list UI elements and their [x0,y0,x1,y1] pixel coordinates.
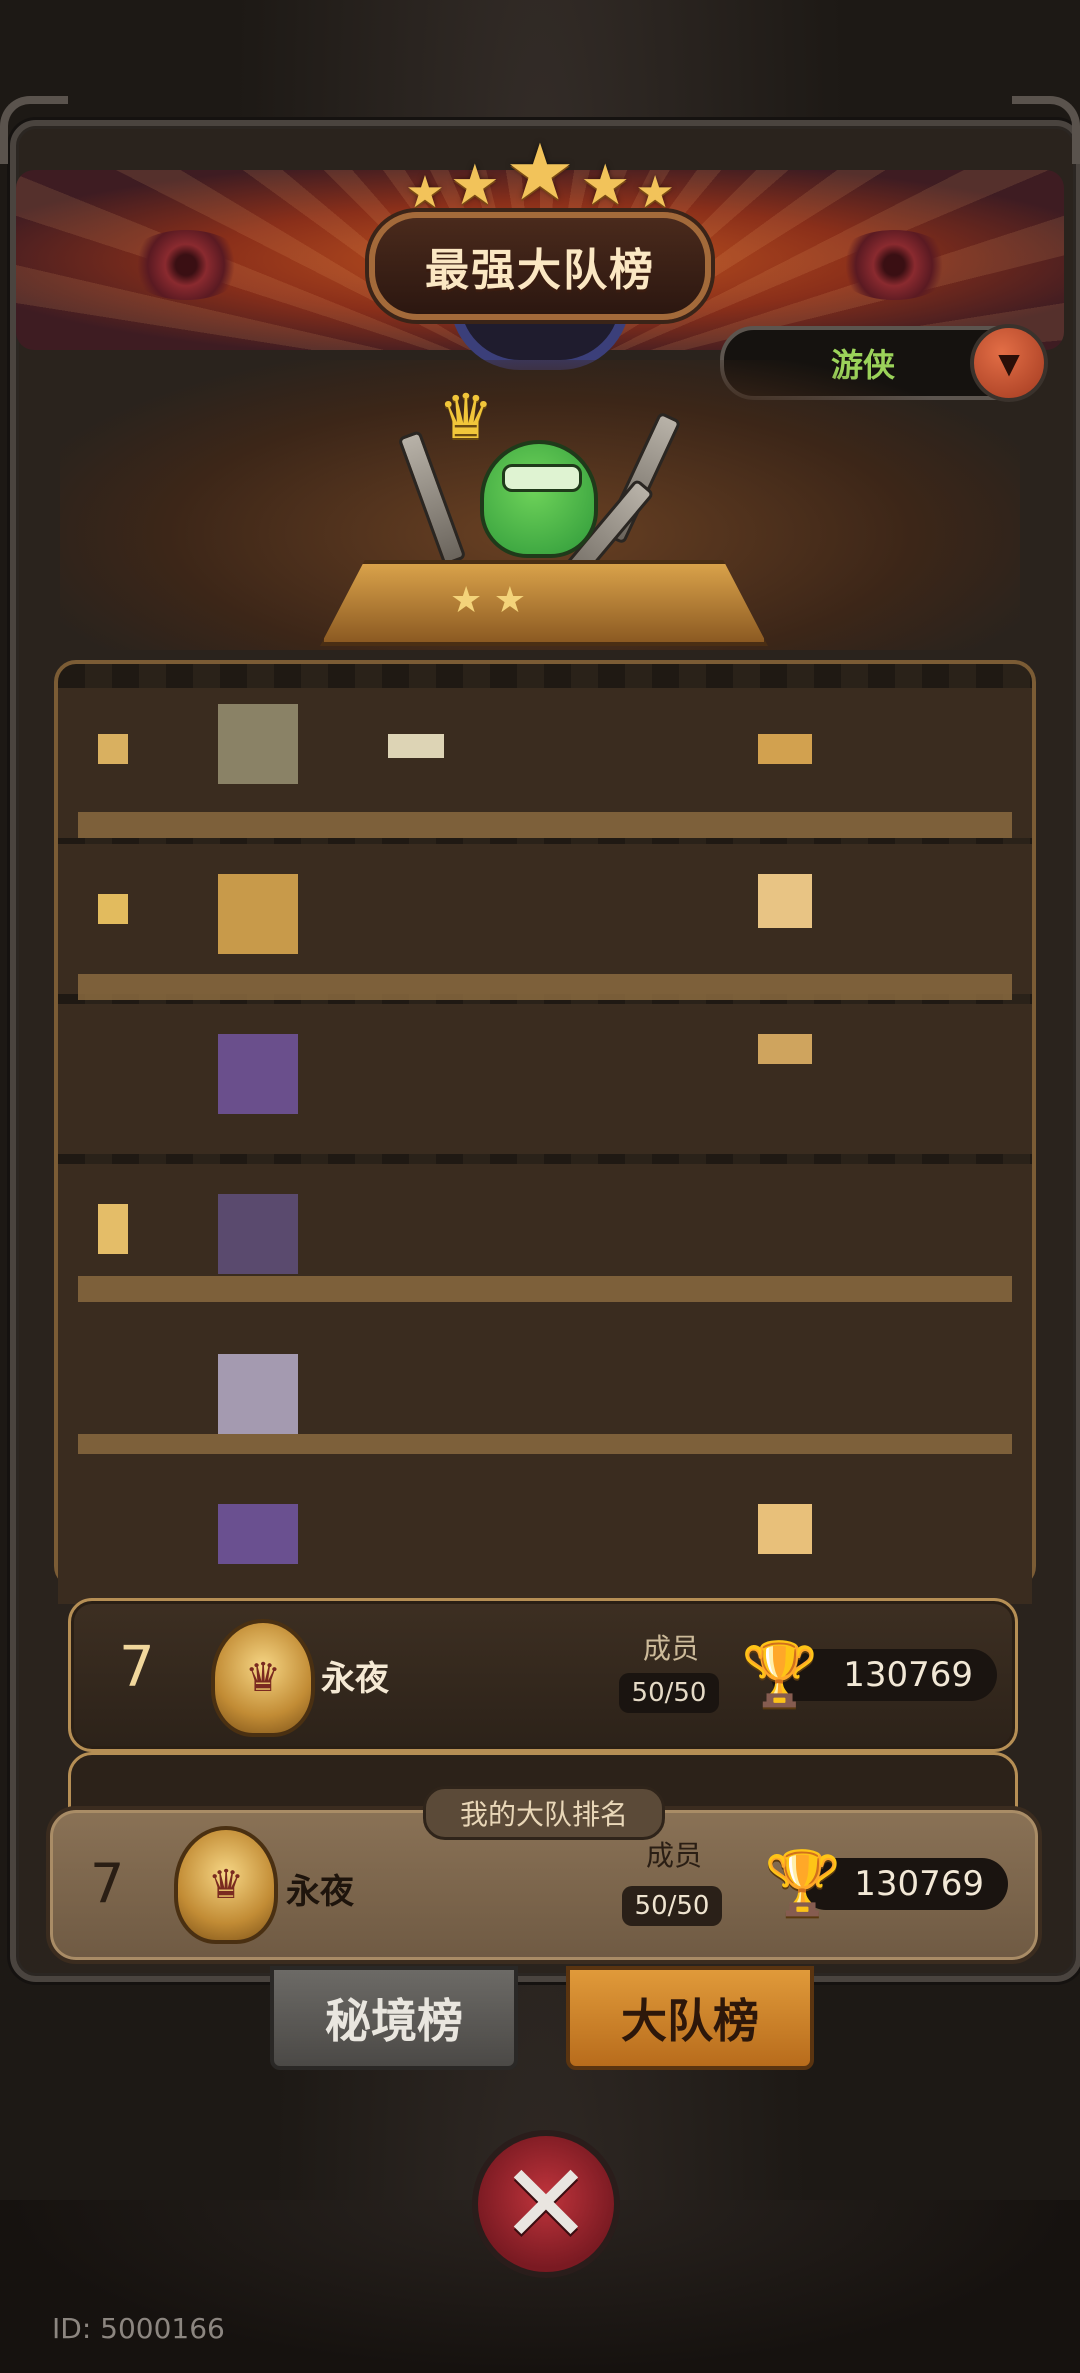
star-icon: ★ [449,153,500,218]
my-team-name: 永夜 [286,1872,354,1912]
star-icon: ★ [405,167,445,218]
my-members-count: 50/50 [622,1886,722,1926]
my-rank-number: 7 [90,1852,125,1915]
page-title: 最强大队榜 [425,245,655,296]
emblem-icon: ♛ [174,1826,278,1944]
top-ranks-list-pixelated [54,660,1036,1604]
members-label: 成员 [643,1632,700,1665]
pedestal-stars-icon: ★ ★ [450,580,526,621]
star-icon: ★ [580,153,631,218]
champion-avatar [480,440,598,558]
close-icon: ✕ [499,2140,593,2268]
star-icon: ★ [505,128,575,218]
my-rank-tag: 我的大队排名 [422,1786,666,1840]
trophy-icon: 🏆 [741,1637,819,1710]
rating-stars: ★ ★ ★ ★ ★ [0,128,1080,218]
trophy-icon: 🏆 [764,1846,842,1919]
rank-number: 7 [119,1635,155,1700]
table-row[interactable]: 7 ♛ 永夜 成员 50/50 130769 🏆 [68,1598,1018,1752]
eye-decoration-left [126,230,246,300]
close-button[interactable]: ✕ [472,2130,620,2278]
tab-secret-realm[interactable]: 秘境榜 [270,1966,518,2070]
crown-icon: ♛ [438,380,494,453]
members-count: 50/50 [619,1673,719,1713]
champion-pedestal [320,560,768,646]
emblem-icon: ♛ [211,1619,315,1737]
eye-decoration-right [834,230,954,300]
title-plate: 最强大队榜 [369,212,711,320]
my-members-label: 成员 [646,1839,703,1872]
player-id: ID: 5000166 [52,2312,225,2345]
my-team-rank-card[interactable]: 我的大队排名 7 ♛ 永夜 成员 50/50 130769 🏆 [46,1786,1042,1964]
team-name: 永夜 [321,1659,389,1699]
star-icon: ★ [635,167,675,218]
tab-team[interactable]: 大队榜 [566,1966,814,2070]
